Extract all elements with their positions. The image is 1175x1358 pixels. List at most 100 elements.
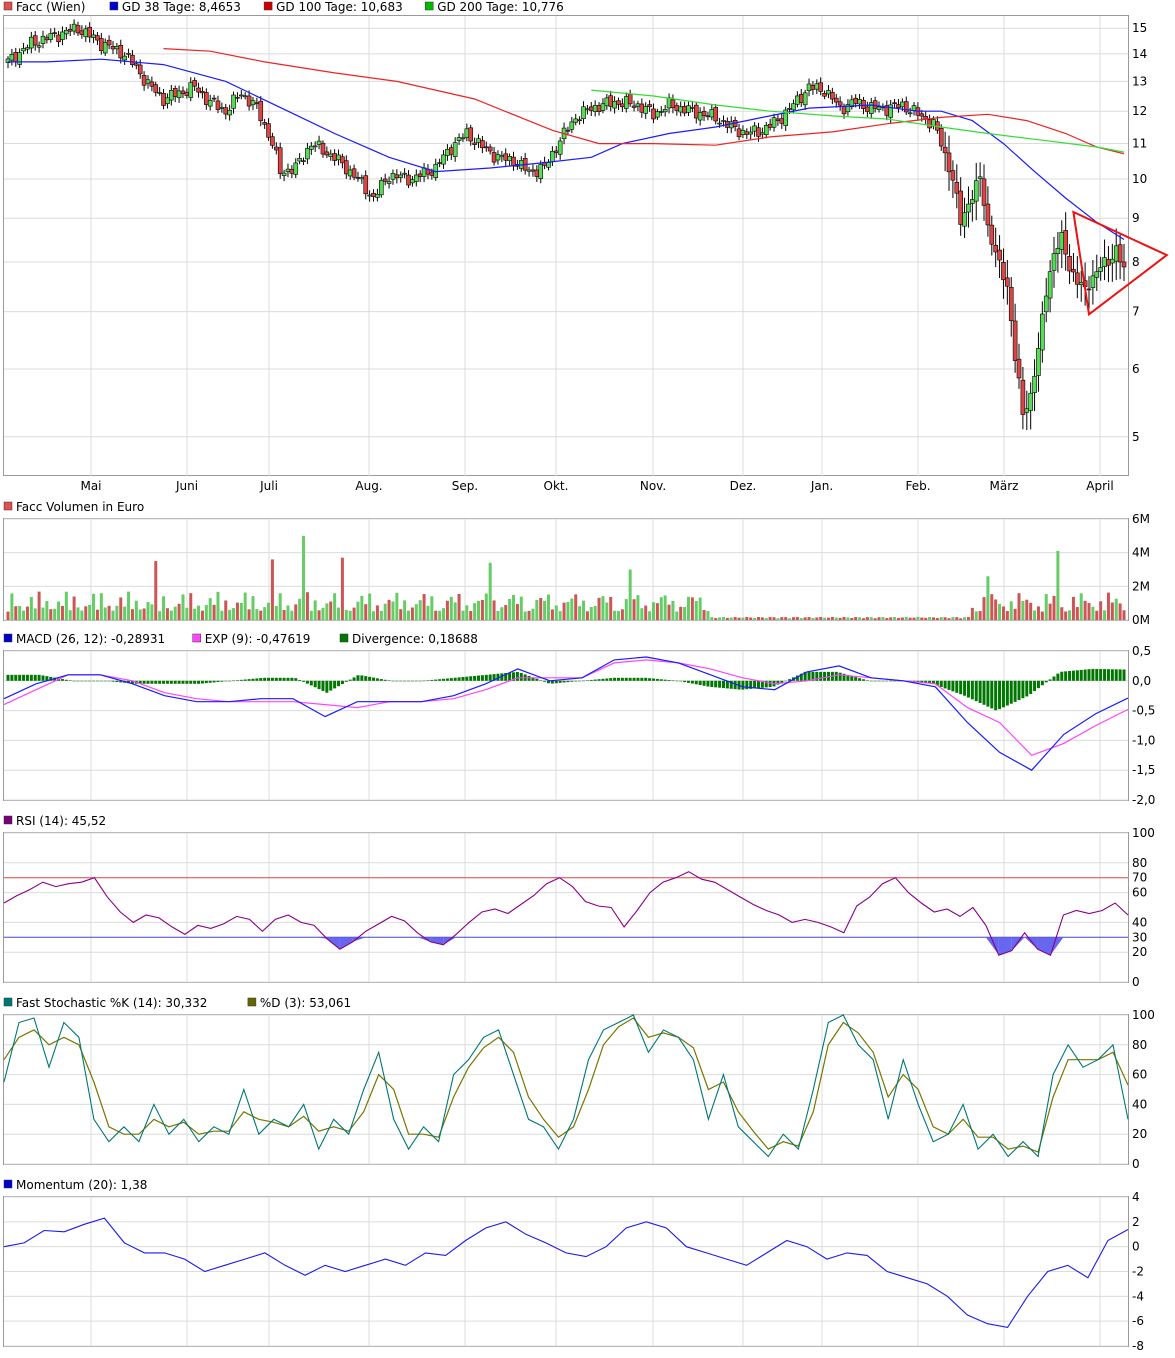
candle-body xyxy=(410,179,415,184)
divergence-bar xyxy=(974,680,978,702)
candle-body xyxy=(647,104,652,107)
candle-body xyxy=(550,151,555,163)
candle-body xyxy=(149,81,155,87)
month-label: Aug. xyxy=(355,479,382,493)
macd-y-axis: 0,5 0,0 -0,5 -1,0 -1,5 -2,0 xyxy=(1132,644,1155,807)
divergence-bar xyxy=(998,680,1002,710)
y-tick-label: 40 xyxy=(1132,1097,1147,1111)
divergence-bar xyxy=(877,680,881,682)
candle-body xyxy=(71,23,77,32)
candle-body xyxy=(1117,244,1123,263)
month-label: Jan. xyxy=(810,479,833,493)
divergence-bar xyxy=(14,674,18,681)
volume-bar xyxy=(1122,610,1126,620)
candle-body xyxy=(553,150,559,154)
candle-body xyxy=(165,97,170,104)
volume-grid xyxy=(4,518,1128,621)
candle-body xyxy=(328,153,334,157)
y-tick-label: 8 xyxy=(1132,255,1140,269)
divergence-bar xyxy=(978,680,982,703)
volume-bar xyxy=(496,610,500,620)
candle-body xyxy=(810,85,816,90)
volume-bar xyxy=(935,617,939,620)
divergence-bar xyxy=(1048,679,1052,681)
candle-body xyxy=(581,106,586,119)
volume-bar xyxy=(550,609,554,620)
divergence-bar xyxy=(76,680,80,682)
volume-bar xyxy=(92,593,96,620)
candle-body xyxy=(736,128,742,138)
candle-body xyxy=(32,35,38,46)
volume-bar xyxy=(461,610,465,620)
volume-bar xyxy=(648,611,652,620)
volume-bar xyxy=(282,609,286,620)
volume-bar xyxy=(259,610,263,620)
volume-bar xyxy=(1064,611,1068,620)
divergence-bar xyxy=(578,680,582,682)
divergence-bar xyxy=(193,680,197,684)
volume-bar xyxy=(1095,610,1099,620)
macd-grid xyxy=(4,650,1128,801)
volume-bar xyxy=(477,600,481,620)
volume-bar xyxy=(889,617,893,620)
volume-bar xyxy=(974,611,978,620)
candle-body xyxy=(343,160,349,175)
volume-bar xyxy=(589,606,593,620)
volume-bar xyxy=(360,595,364,620)
volume-bar xyxy=(64,591,68,620)
divergence-bar xyxy=(558,680,562,683)
volume-bar xyxy=(169,610,173,620)
volume-bar xyxy=(10,593,14,620)
candle-body xyxy=(270,136,275,146)
divergence-bar xyxy=(994,680,998,711)
divergence-bar xyxy=(430,679,434,681)
divergence-bar xyxy=(146,680,150,684)
volume-bar xyxy=(690,597,694,620)
divergence-bar xyxy=(379,679,383,681)
volume-bar xyxy=(605,602,609,620)
divergence-bar xyxy=(259,678,263,681)
volume-bar xyxy=(368,593,372,620)
divergence-bar xyxy=(228,680,232,682)
candle-body xyxy=(892,102,897,104)
volume-bar xyxy=(449,596,453,620)
candle-body xyxy=(822,93,827,97)
volume-bar xyxy=(776,618,780,620)
month-label: Juli xyxy=(259,479,278,493)
volume-bar xyxy=(780,617,784,620)
divergence-bar xyxy=(270,677,274,681)
volume-bar xyxy=(994,599,998,620)
candle-body xyxy=(413,174,419,182)
y-tick-label: 40 xyxy=(1132,915,1147,929)
volume-bar xyxy=(900,617,904,620)
candle-body xyxy=(530,169,536,172)
divergence-bar xyxy=(1091,668,1095,681)
divergence-bar xyxy=(963,680,967,696)
legend-label: Fast Stochastic %K (14): 30,332 xyxy=(16,996,207,1010)
stochastic-frame xyxy=(3,1014,1129,1165)
divergence-bar xyxy=(235,680,239,681)
divergence-bar xyxy=(1044,680,1048,683)
volume-bar xyxy=(1075,607,1079,620)
volume-bar xyxy=(410,607,414,620)
volume-bar xyxy=(138,609,142,620)
divergence-bar xyxy=(383,679,387,681)
month-label: Mai xyxy=(80,479,101,493)
candle-body xyxy=(363,175,369,195)
candle-body xyxy=(690,107,695,109)
candle-body xyxy=(169,90,174,101)
legend-swatch xyxy=(109,1,119,11)
volume-bar xyxy=(1118,603,1122,620)
candle-body xyxy=(289,168,295,174)
volume-bar xyxy=(321,607,325,620)
candle-body xyxy=(472,142,477,145)
legend-label: Momentum (20): 1,38 xyxy=(16,1178,147,1192)
divergence-bar xyxy=(340,680,344,684)
legend-label: EXP (9): -0,47619 xyxy=(205,632,311,646)
volume-bar xyxy=(14,606,18,620)
volume-bar xyxy=(854,617,858,620)
candle-body xyxy=(865,106,870,112)
legend-label: Facc Volumen in Euro xyxy=(16,500,144,514)
volume-bar xyxy=(228,609,232,620)
candle-body xyxy=(378,180,384,196)
